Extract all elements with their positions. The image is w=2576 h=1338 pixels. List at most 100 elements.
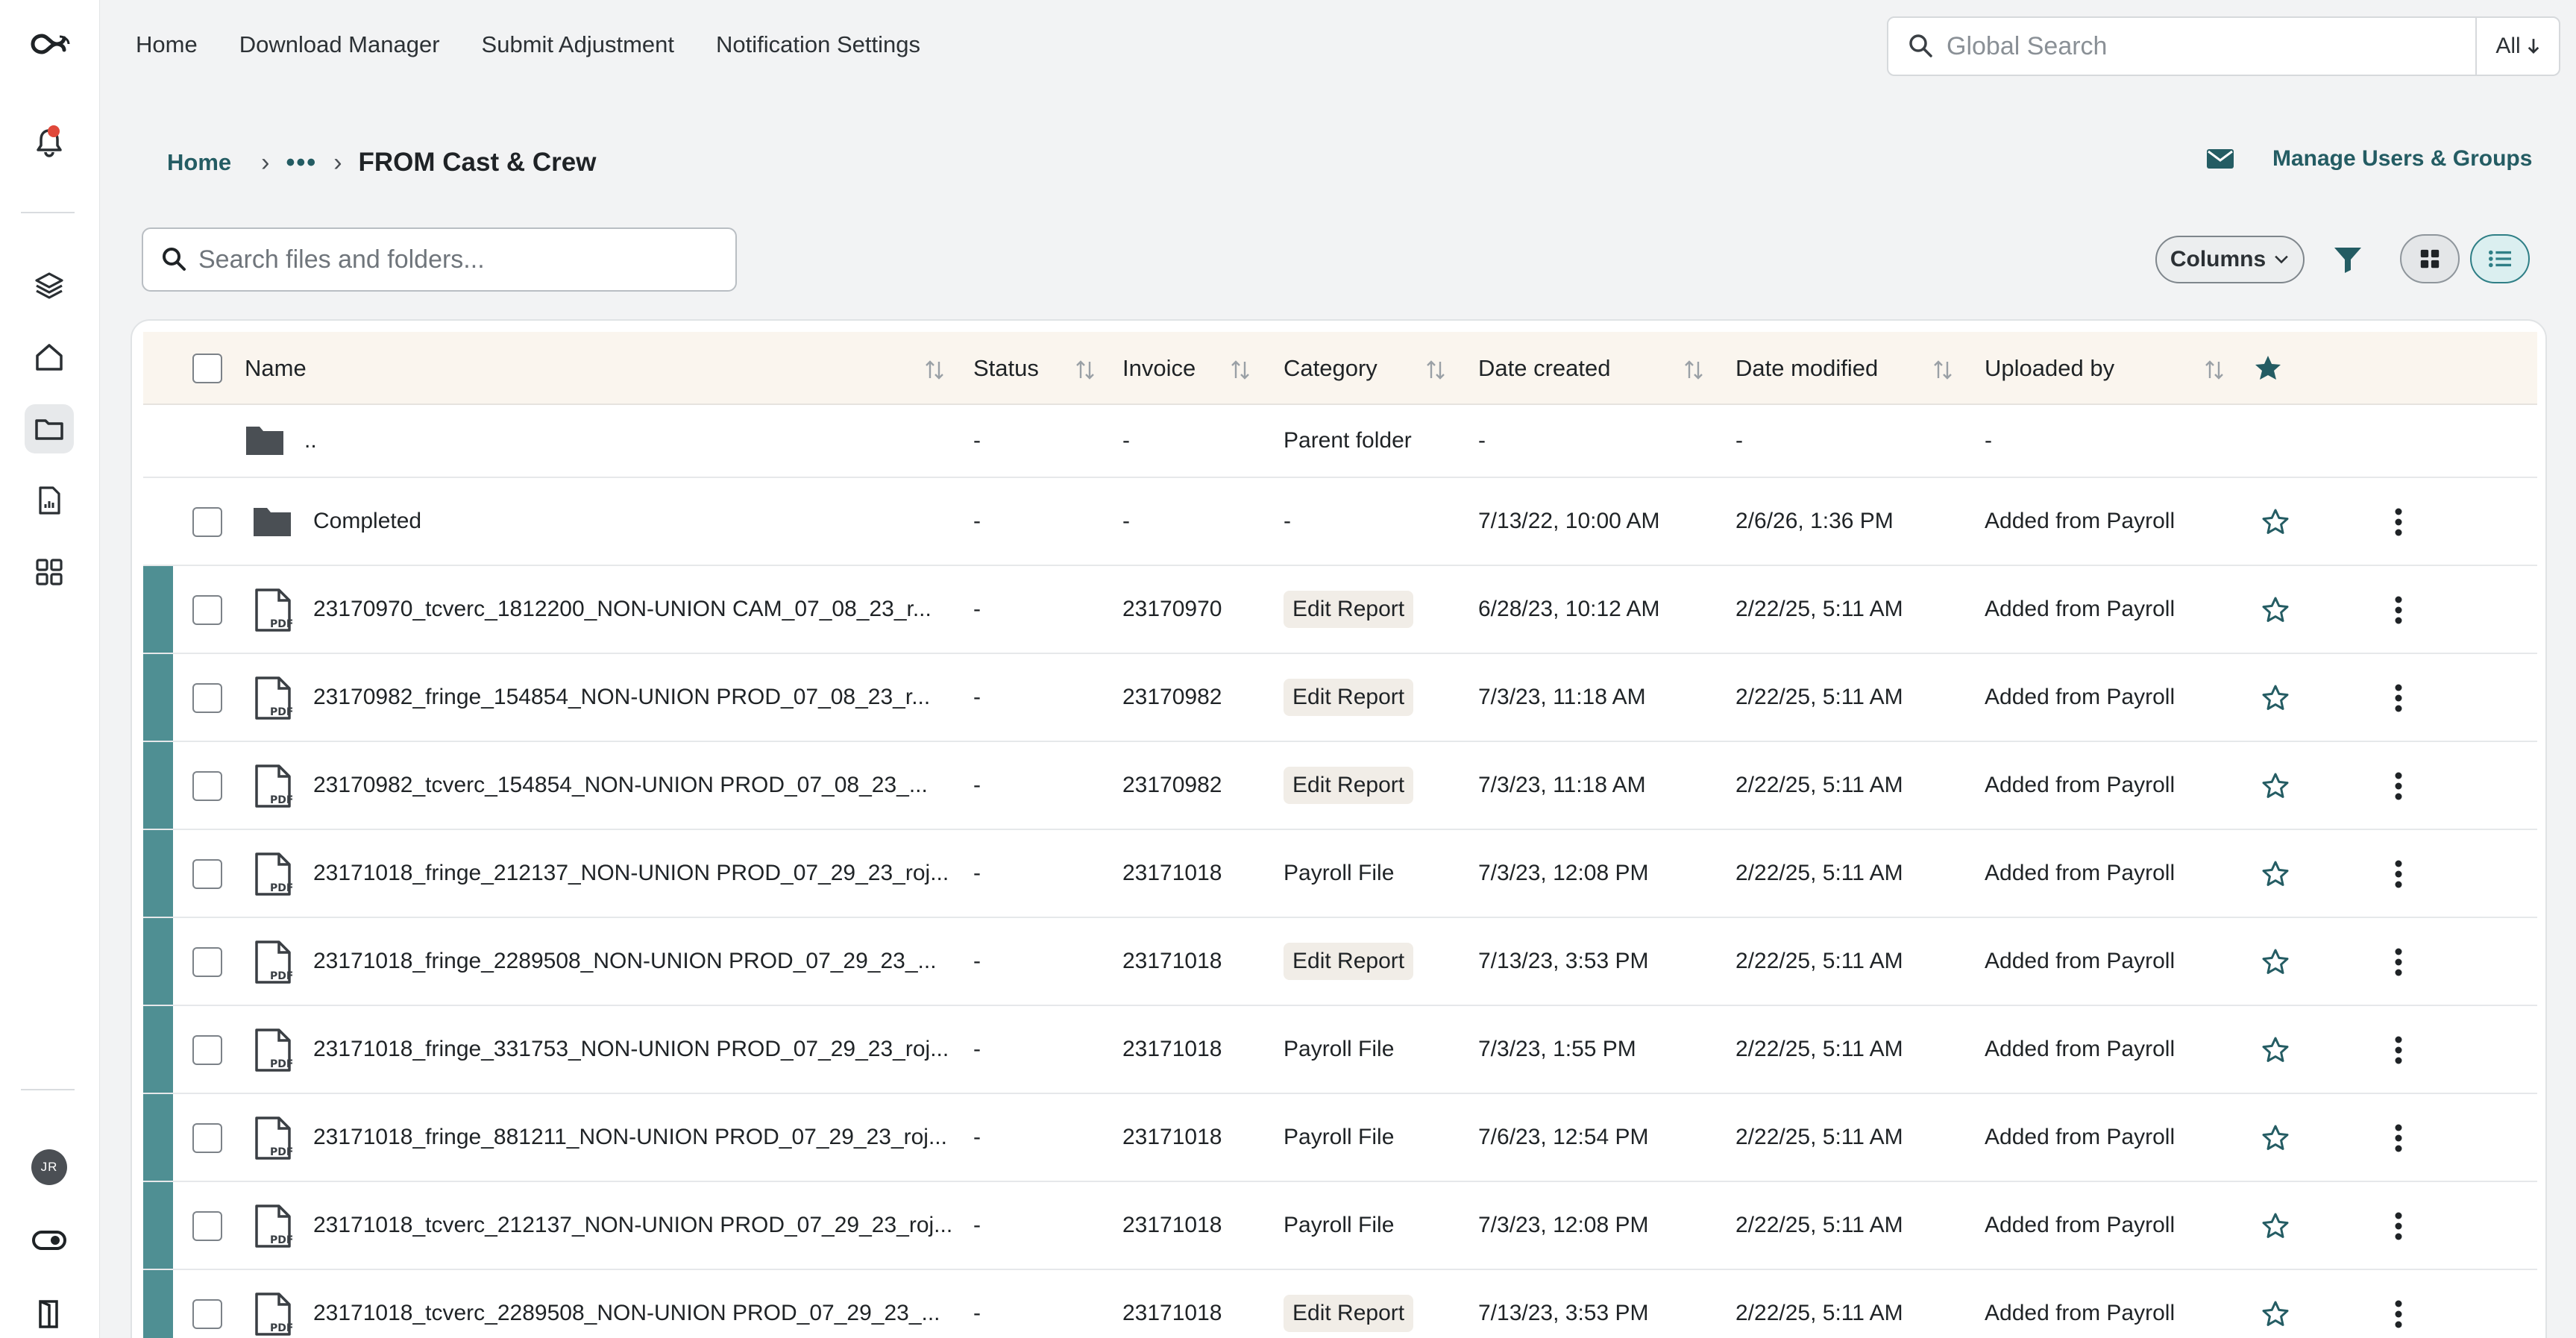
row-checkbox[interactable] xyxy=(192,1035,222,1065)
brand-logo-icon[interactable] xyxy=(22,19,78,69)
file-name[interactable]: 23171018_fringe_2289508_NON-UNION PROD_0… xyxy=(313,918,937,1005)
more-options-icon[interactable] xyxy=(2393,947,2404,977)
header-status[interactable]: Status xyxy=(973,332,1039,405)
sort-icon[interactable] xyxy=(1075,359,1095,381)
file-name[interactable]: 23170982_fringe_154854_NON-UNION PROD_07… xyxy=(313,654,930,741)
sort-icon[interactable] xyxy=(1231,359,1250,381)
global-search-input[interactable]: Global Search All xyxy=(1887,16,2560,76)
more-options-icon[interactable] xyxy=(2393,1211,2404,1241)
row-checkbox[interactable] xyxy=(192,1299,222,1329)
more-options-icon[interactable] xyxy=(2393,1299,2404,1329)
rail-divider xyxy=(21,1089,75,1090)
folder-icon[interactable] xyxy=(25,404,74,453)
row-checkbox[interactable] xyxy=(192,771,222,801)
favorite-star-icon[interactable] xyxy=(2261,771,2290,801)
more-options-icon[interactable] xyxy=(2393,1035,2404,1065)
nav-submit-adjustment[interactable]: Submit Adjustment xyxy=(482,31,674,58)
filter-icon[interactable] xyxy=(2331,243,2364,276)
select-all-checkbox[interactable] xyxy=(192,354,222,383)
table-row[interactable]: PDF 23170982_tcverc_154854_NON-UNION PROD… xyxy=(143,742,2537,830)
favorite-star-icon[interactable] xyxy=(2261,1299,2290,1329)
home-icon[interactable] xyxy=(25,333,74,382)
row-checkbox[interactable] xyxy=(192,595,222,625)
report-document-icon[interactable] xyxy=(25,476,74,525)
more-options-icon[interactable] xyxy=(2393,507,2404,537)
columns-button[interactable]: Columns xyxy=(2155,236,2305,283)
file-name[interactable]: 23171018_tcverc_2289508_NON-UNION PROD_0… xyxy=(313,1270,940,1338)
breadcrumb-ellipsis[interactable]: ••• xyxy=(286,148,317,178)
layers-icon[interactable] xyxy=(25,261,74,310)
file-name[interactable]: 23170970_tcverc_1812200_NON-UNION CAM_07… xyxy=(313,566,932,653)
favorite-star-icon[interactable] xyxy=(2261,1035,2290,1065)
header-uploaded-by[interactable]: Uploaded by xyxy=(1985,332,2114,405)
grid-view-button[interactable] xyxy=(2400,234,2460,283)
sort-icon[interactable] xyxy=(925,359,944,381)
sort-icon[interactable] xyxy=(2205,359,2224,381)
favorite-star-icon[interactable] xyxy=(2261,1123,2290,1153)
file-name[interactable]: Completed xyxy=(313,478,421,565)
header-date-modified[interactable]: Date modified xyxy=(1735,332,1878,405)
favorite-star-icon[interactable] xyxy=(2261,1211,2290,1241)
table-row[interactable]: PDF 23170982_fringe_154854_NON-UNION PROD… xyxy=(143,654,2537,742)
more-options-icon[interactable] xyxy=(2393,1123,2404,1153)
row-checkbox[interactable] xyxy=(192,507,222,537)
row-checkbox[interactable] xyxy=(192,947,222,977)
favorite-star-icon[interactable] xyxy=(2261,859,2290,889)
table-row[interactable]: PDF 23170970_tcverc_1812200_NON-UNION CAM… xyxy=(143,566,2537,654)
table-row[interactable]: PDF 23171018_fringe_212137_NON-UNION PROD… xyxy=(143,830,2537,918)
file-search-input[interactable]: Search files and folders... xyxy=(142,227,737,292)
sort-icon[interactable] xyxy=(1426,359,1445,381)
favorite-star-icon[interactable] xyxy=(2261,595,2290,625)
email-icon[interactable] xyxy=(2205,147,2235,171)
nav-notification-settings[interactable]: Notification Settings xyxy=(716,31,920,58)
row-checkbox[interactable] xyxy=(192,1123,222,1153)
table-row[interactable]: Completed - - - 7/13/22, 10:00 AM 2/6/26, 1:3… xyxy=(143,478,2537,566)
manage-users-link[interactable]: Manage Users & Groups xyxy=(2205,146,2532,172)
nav-home[interactable]: Home xyxy=(136,31,198,58)
file-name[interactable]: 23171018_fringe_881211_NON-UNION PROD_07… xyxy=(313,1094,947,1181)
more-options-icon[interactable] xyxy=(2393,771,2404,801)
row-checkbox[interactable] xyxy=(192,1211,222,1241)
avatar[interactable]: JR xyxy=(31,1149,67,1185)
search-scope-select[interactable]: All xyxy=(2475,18,2559,75)
apps-grid-icon[interactable] xyxy=(25,547,74,597)
file-name[interactable]: 23171018_fringe_212137_NON-UNION PROD_07… xyxy=(313,830,949,917)
header-invoice[interactable]: Invoice xyxy=(1122,332,1196,405)
cell-invoice: 23170970 xyxy=(1122,597,1222,621)
favorite-star-icon[interactable] xyxy=(2261,507,2290,537)
list-view-button[interactable] xyxy=(2470,234,2530,283)
favorite-star-icon[interactable] xyxy=(2261,683,2290,713)
table-row[interactable]: PDF 23171018_fringe_881211_NON-UNION PROD… xyxy=(143,1094,2537,1182)
table-row[interactable]: PDF 23171018_fringe_331753_NON-UNION PROD… xyxy=(143,1006,2537,1094)
logout-door-icon[interactable] xyxy=(25,1289,74,1338)
svg-text:PDF: PDF xyxy=(270,1322,292,1334)
more-options-icon[interactable] xyxy=(2393,683,2404,713)
cell-date-modified: 2/22/25, 5:11 AM xyxy=(1735,1037,1903,1061)
row-checkbox[interactable] xyxy=(192,859,222,889)
more-options-icon[interactable] xyxy=(2393,859,2404,889)
parent-folder-name[interactable]: .. xyxy=(304,405,317,477)
file-name[interactable]: 23170982_tcverc_154854_NON-UNION PROD_07… xyxy=(313,742,928,829)
favorite-star-icon[interactable] xyxy=(2261,947,2290,977)
breadcrumb-home[interactable]: Home xyxy=(167,149,231,176)
table-row[interactable]: PDF 23171018_tcverc_212137_NON-UNION PROD… xyxy=(143,1182,2537,1270)
sort-icon[interactable] xyxy=(1684,359,1703,381)
row-checkbox[interactable] xyxy=(192,683,222,713)
more-options-icon[interactable] xyxy=(2393,595,2404,625)
file-name[interactable]: 23171018_fringe_331753_NON-UNION PROD_07… xyxy=(313,1006,949,1093)
theme-toggle-icon[interactable] xyxy=(25,1216,74,1265)
notifications-bell-icon[interactable] xyxy=(25,118,74,167)
sort-icon[interactable] xyxy=(1933,359,1953,381)
header-name[interactable]: Name xyxy=(245,332,307,405)
nav-download-manager[interactable]: Download Manager xyxy=(239,31,440,58)
table-header: Name Status Invoice Category Date create… xyxy=(143,332,2537,405)
cell-category: Payroll File xyxy=(1284,1213,1395,1237)
table-row[interactable]: PDF 23171018_fringe_2289508_NON-UNION PRO… xyxy=(143,918,2537,1006)
header-date-created[interactable]: Date created xyxy=(1478,332,1611,405)
row-accent-bar xyxy=(143,1094,173,1181)
favorites-star-icon[interactable] xyxy=(2253,354,2283,383)
header-category[interactable]: Category xyxy=(1284,332,1377,405)
table-row[interactable]: PDF 23171018_tcverc_2289508_NON-UNION PRO… xyxy=(143,1270,2537,1338)
parent-folder-row[interactable]: .. - - Parent folder - - - xyxy=(143,405,2537,478)
file-name[interactable]: 23171018_tcverc_212137_NON-UNION PROD_07… xyxy=(313,1182,952,1269)
